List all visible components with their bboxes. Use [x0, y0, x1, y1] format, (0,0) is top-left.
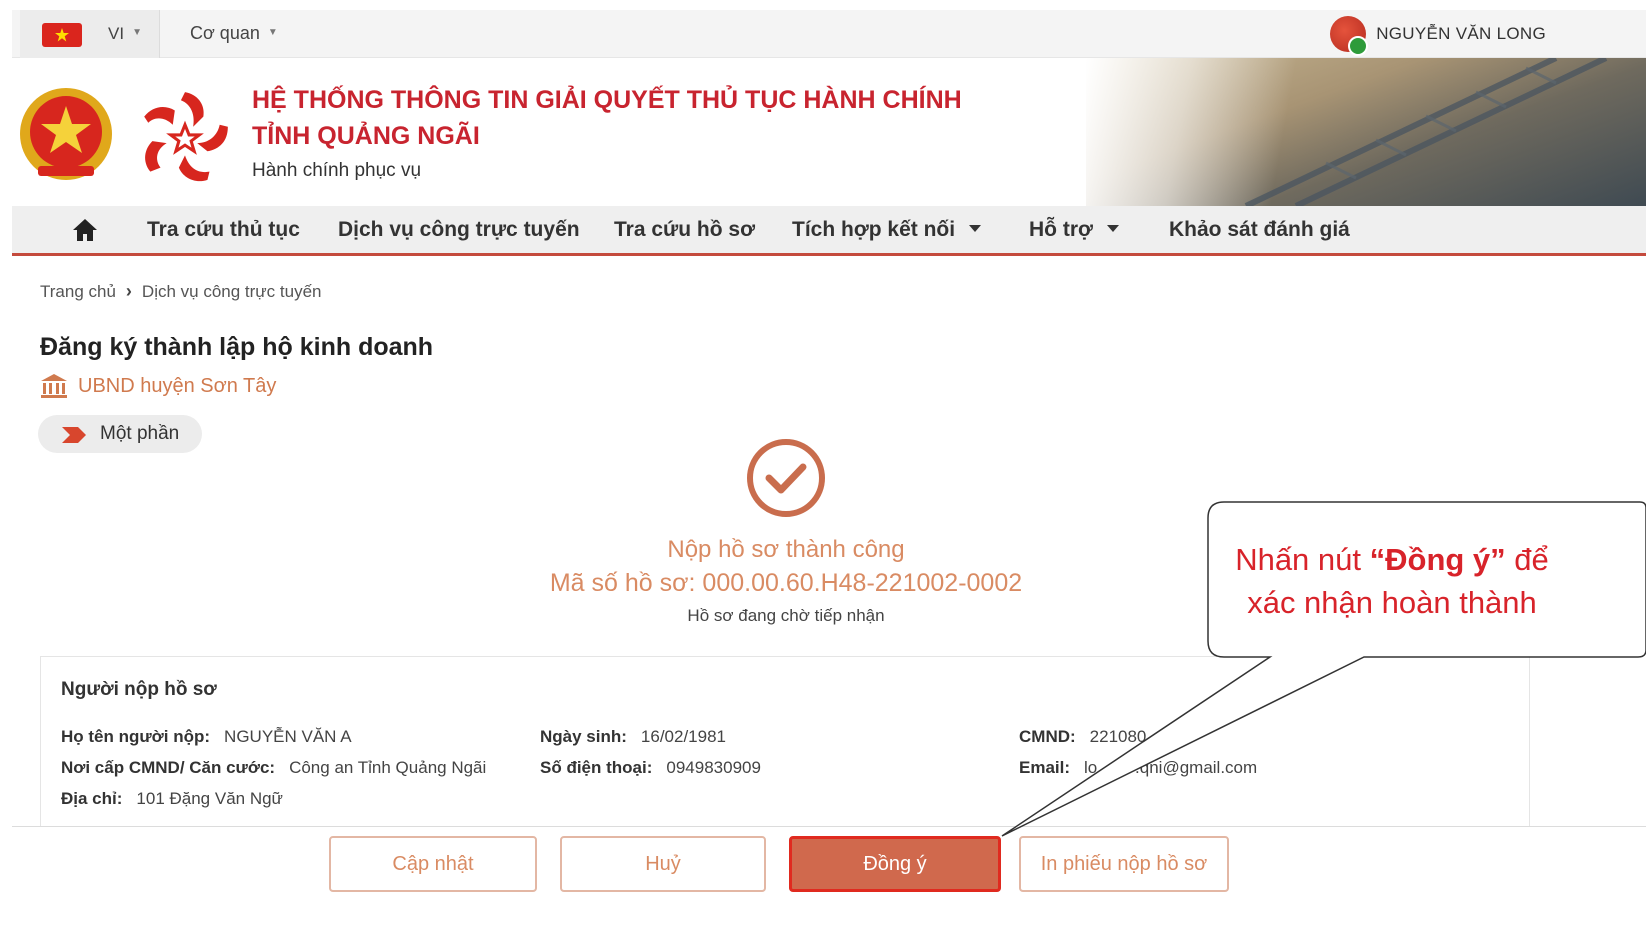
applicant-dob-row: Ngày sinh: 16/02/1981: [540, 727, 726, 746]
applicant-name-row: Họ tên người nộp: NGUYỄN VĂN A: [61, 727, 352, 746]
avatar: [1330, 16, 1369, 56]
home-icon[interactable]: [72, 218, 98, 242]
nav-item-online-services[interactable]: Dịch vụ công trực tuyến: [338, 218, 580, 242]
cancel-button[interactable]: Huỷ: [560, 836, 766, 892]
print-receipt-button[interactable]: In phiếu nộp hồ sơ: [1019, 836, 1229, 892]
chevron-right-icon: ›: [125, 281, 132, 301]
nav-item-procedure-lookup[interactable]: Tra cứu thủ tục: [147, 218, 300, 242]
nav-item-integration[interactable]: Tích hợp kết nối: [792, 218, 982, 242]
top-bar: VI ▼ Cơ quan ▼ NGUYỄN VĂN LONG: [12, 10, 1646, 58]
nav-item-support[interactable]: Hỗ trợ: [1029, 218, 1119, 242]
bridge-illustration: [1244, 58, 1608, 206]
site-header: HỆ THỐNG THÔNG TIN GIẢI QUYẾT THỦ TỤC HÀ…: [12, 58, 1646, 206]
agency-menu[interactable]: Cơ quan ▼: [190, 23, 278, 44]
public-service-star-logo-icon: [144, 92, 228, 182]
callout-instruction: Nhấn nút “Đồng ý” để xác nhận hoàn thành: [1235, 542, 1549, 620]
success-check-icon: [747, 439, 825, 517]
agency-info: UBND huyện Sơn Tây: [40, 372, 276, 400]
chevron-down-icon: ▼: [132, 27, 142, 38]
nav-item-dossier-lookup[interactable]: Tra cứu hồ sơ: [614, 218, 755, 242]
system-title-line1: HỆ THỐNG THÔNG TIN GIẢI QUYẾT THỦ TỤC HÀ…: [252, 86, 962, 114]
system-title-line2: TỈNH QUẢNG NGÃI: [252, 122, 480, 150]
language-label: VI ▼: [108, 24, 142, 43]
breadcrumb-home[interactable]: Trang chủ: [40, 282, 116, 302]
user-name: NGUYỄN VĂN LONG: [1376, 24, 1546, 43]
service-level-badge: Một phần: [38, 415, 202, 453]
institution-icon: [41, 374, 67, 398]
chevron-down-icon: ▼: [267, 27, 278, 38]
system-slogan: Hành chính phục vụ: [252, 160, 422, 181]
page-title: Đăng ký thành lập hộ kinh doanh: [40, 333, 434, 361]
caret-down-icon: [1106, 225, 1119, 232]
service-level-label: Một phần: [100, 423, 180, 444]
applicant-issued-row: Nơi cấp CMND/ Căn cước: Công an Tỉnh Quản…: [61, 758, 487, 777]
user-menu[interactable]: NGUYỄN VĂN LONG: [1330, 16, 1546, 56]
caret-down-icon: [969, 225, 982, 232]
agree-button[interactable]: Đồng ý: [789, 836, 1001, 892]
arrow-right-icon: [62, 427, 86, 443]
national-emblem-icon: [20, 88, 112, 180]
applicant-section-title: Người nộp hồ sơ: [61, 679, 217, 700]
breadcrumb: Trang chủ › Dịch vụ công trực tuyến: [40, 281, 322, 302]
language-selector[interactable]: VI ▼: [20, 10, 160, 58]
update-button[interactable]: Cập nhật: [329, 836, 537, 892]
vietnam-flag-icon: [42, 23, 82, 47]
nav-item-survey[interactable]: Khảo sát đánh giá: [1169, 218, 1350, 242]
applicant-address-row: Địa chỉ: 101 Đặng Văn Ngữ: [61, 789, 283, 808]
main-nav: Tra cứu thủ tục Dịch vụ công trực tuyến …: [12, 206, 1646, 256]
applicant-phone-row: Số điện thoại: 0949830909: [540, 758, 761, 777]
agency-name: UBND huyện Sơn Tây: [78, 374, 277, 397]
breadcrumb-current[interactable]: Dịch vụ công trực tuyến: [142, 282, 322, 302]
